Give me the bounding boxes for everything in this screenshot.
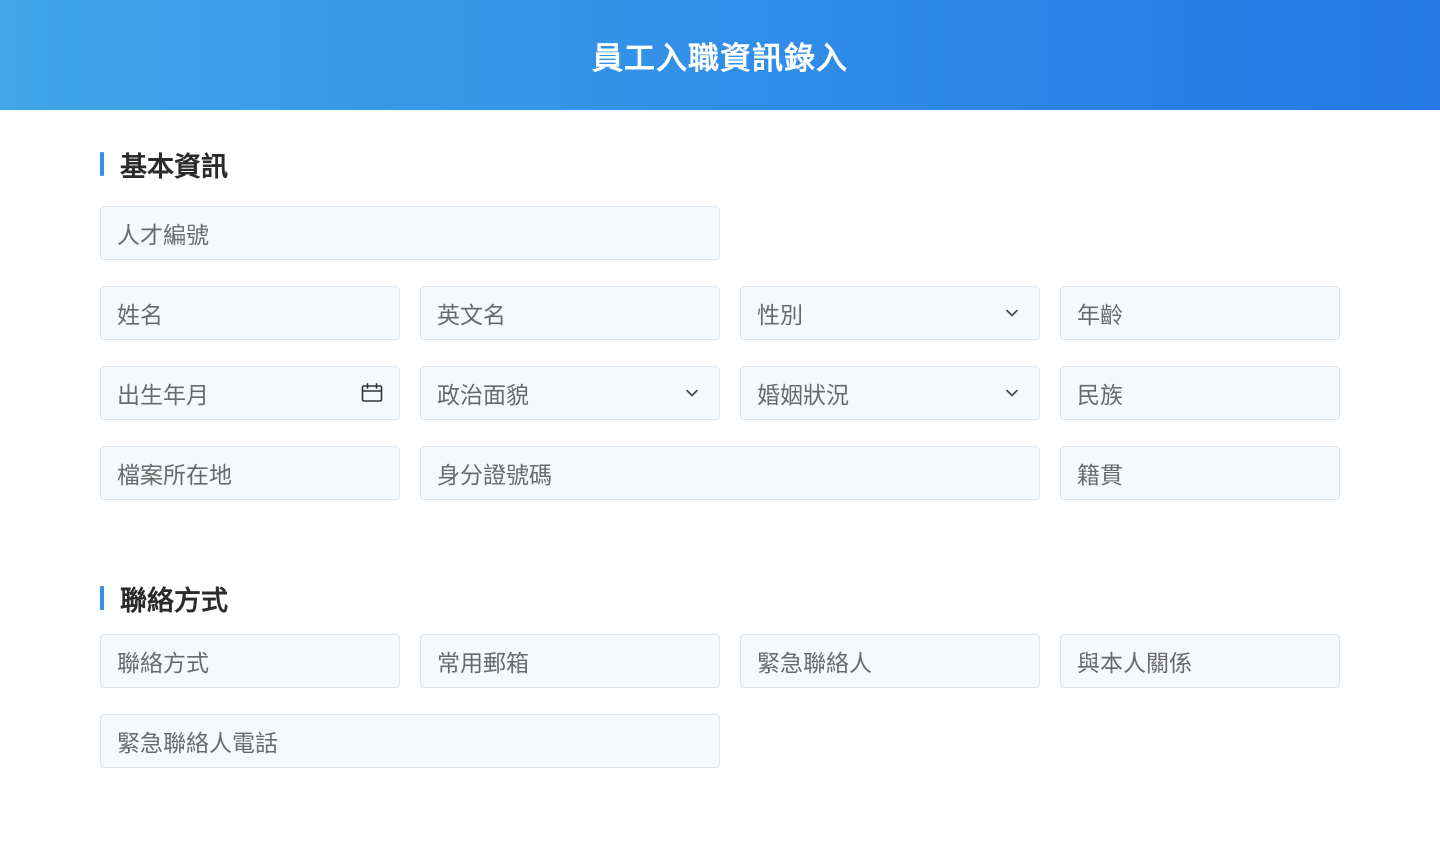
contact-method-input[interactable]: 聯絡方式 — [100, 634, 400, 688]
talent-id-placeholder: 人才編號 — [117, 223, 209, 249]
id-number-placeholder: 身分證號碼 — [437, 463, 552, 489]
chevron-down-icon — [681, 382, 703, 404]
native-place-input[interactable]: 籍貫 — [1060, 446, 1340, 500]
relationship-input[interactable]: 與本人關係 — [1060, 634, 1340, 688]
emergency-phone-placeholder: 緊急聯絡人電話 — [117, 731, 278, 757]
file-location-input[interactable]: 檔案所在地 — [100, 446, 400, 500]
chevron-down-icon — [1001, 382, 1023, 404]
english-name-input[interactable]: 英文名 — [420, 286, 720, 340]
section-accent-bar — [100, 586, 104, 610]
political-status-select[interactable]: 政治面貌 — [420, 366, 720, 420]
section-title-contact: 聯絡方式 — [100, 585, 228, 617]
calendar-icon[interactable] — [361, 382, 383, 404]
english-name-placeholder: 英文名 — [437, 303, 506, 329]
section-accent-bar — [100, 152, 104, 176]
email-input[interactable]: 常用郵箱 — [420, 634, 720, 688]
emergency-contact-placeholder: 緊急聯絡人 — [757, 651, 872, 677]
page-header: 員工入職資訊錄入 — [0, 0, 1440, 110]
birth-month-placeholder: 出生年月 — [117, 383, 209, 409]
name-placeholder: 姓名 — [117, 303, 163, 329]
native-place-placeholder: 籍貫 — [1077, 463, 1123, 489]
emergency-contact-input[interactable]: 緊急聯絡人 — [740, 634, 1040, 688]
gender-placeholder: 性別 — [757, 303, 803, 329]
age-placeholder: 年齡 — [1077, 303, 1123, 329]
contact-method-placeholder: 聯絡方式 — [117, 651, 209, 677]
emergency-phone-input[interactable]: 緊急聯絡人電話 — [100, 714, 720, 768]
gender-select[interactable]: 性別 — [740, 286, 1040, 340]
marital-status-select[interactable]: 婚姻狀況 — [740, 366, 1040, 420]
id-number-input[interactable]: 身分證號碼 — [420, 446, 1040, 500]
email-placeholder: 常用郵箱 — [437, 651, 529, 677]
section-title-contact-label: 聯絡方式 — [120, 585, 228, 617]
birth-month-picker[interactable]: 出生年月 — [100, 366, 400, 420]
political-status-placeholder: 政治面貌 — [437, 383, 529, 409]
relationship-placeholder: 與本人關係 — [1077, 651, 1192, 677]
section-title-basic-label: 基本資訊 — [120, 151, 228, 183]
name-input[interactable]: 姓名 — [100, 286, 400, 340]
chevron-down-icon — [1001, 302, 1023, 324]
ethnicity-placeholder: 民族 — [1077, 383, 1123, 409]
section-title-basic: 基本資訊 — [100, 151, 228, 183]
talent-id-input[interactable]: 人才編號 — [100, 206, 720, 260]
page-title: 員工入職資訊錄入 — [592, 40, 848, 77]
marital-status-placeholder: 婚姻狀況 — [757, 383, 849, 409]
ethnicity-input[interactable]: 民族 — [1060, 366, 1340, 420]
age-input[interactable]: 年齡 — [1060, 286, 1340, 340]
file-location-placeholder: 檔案所在地 — [117, 463, 232, 489]
